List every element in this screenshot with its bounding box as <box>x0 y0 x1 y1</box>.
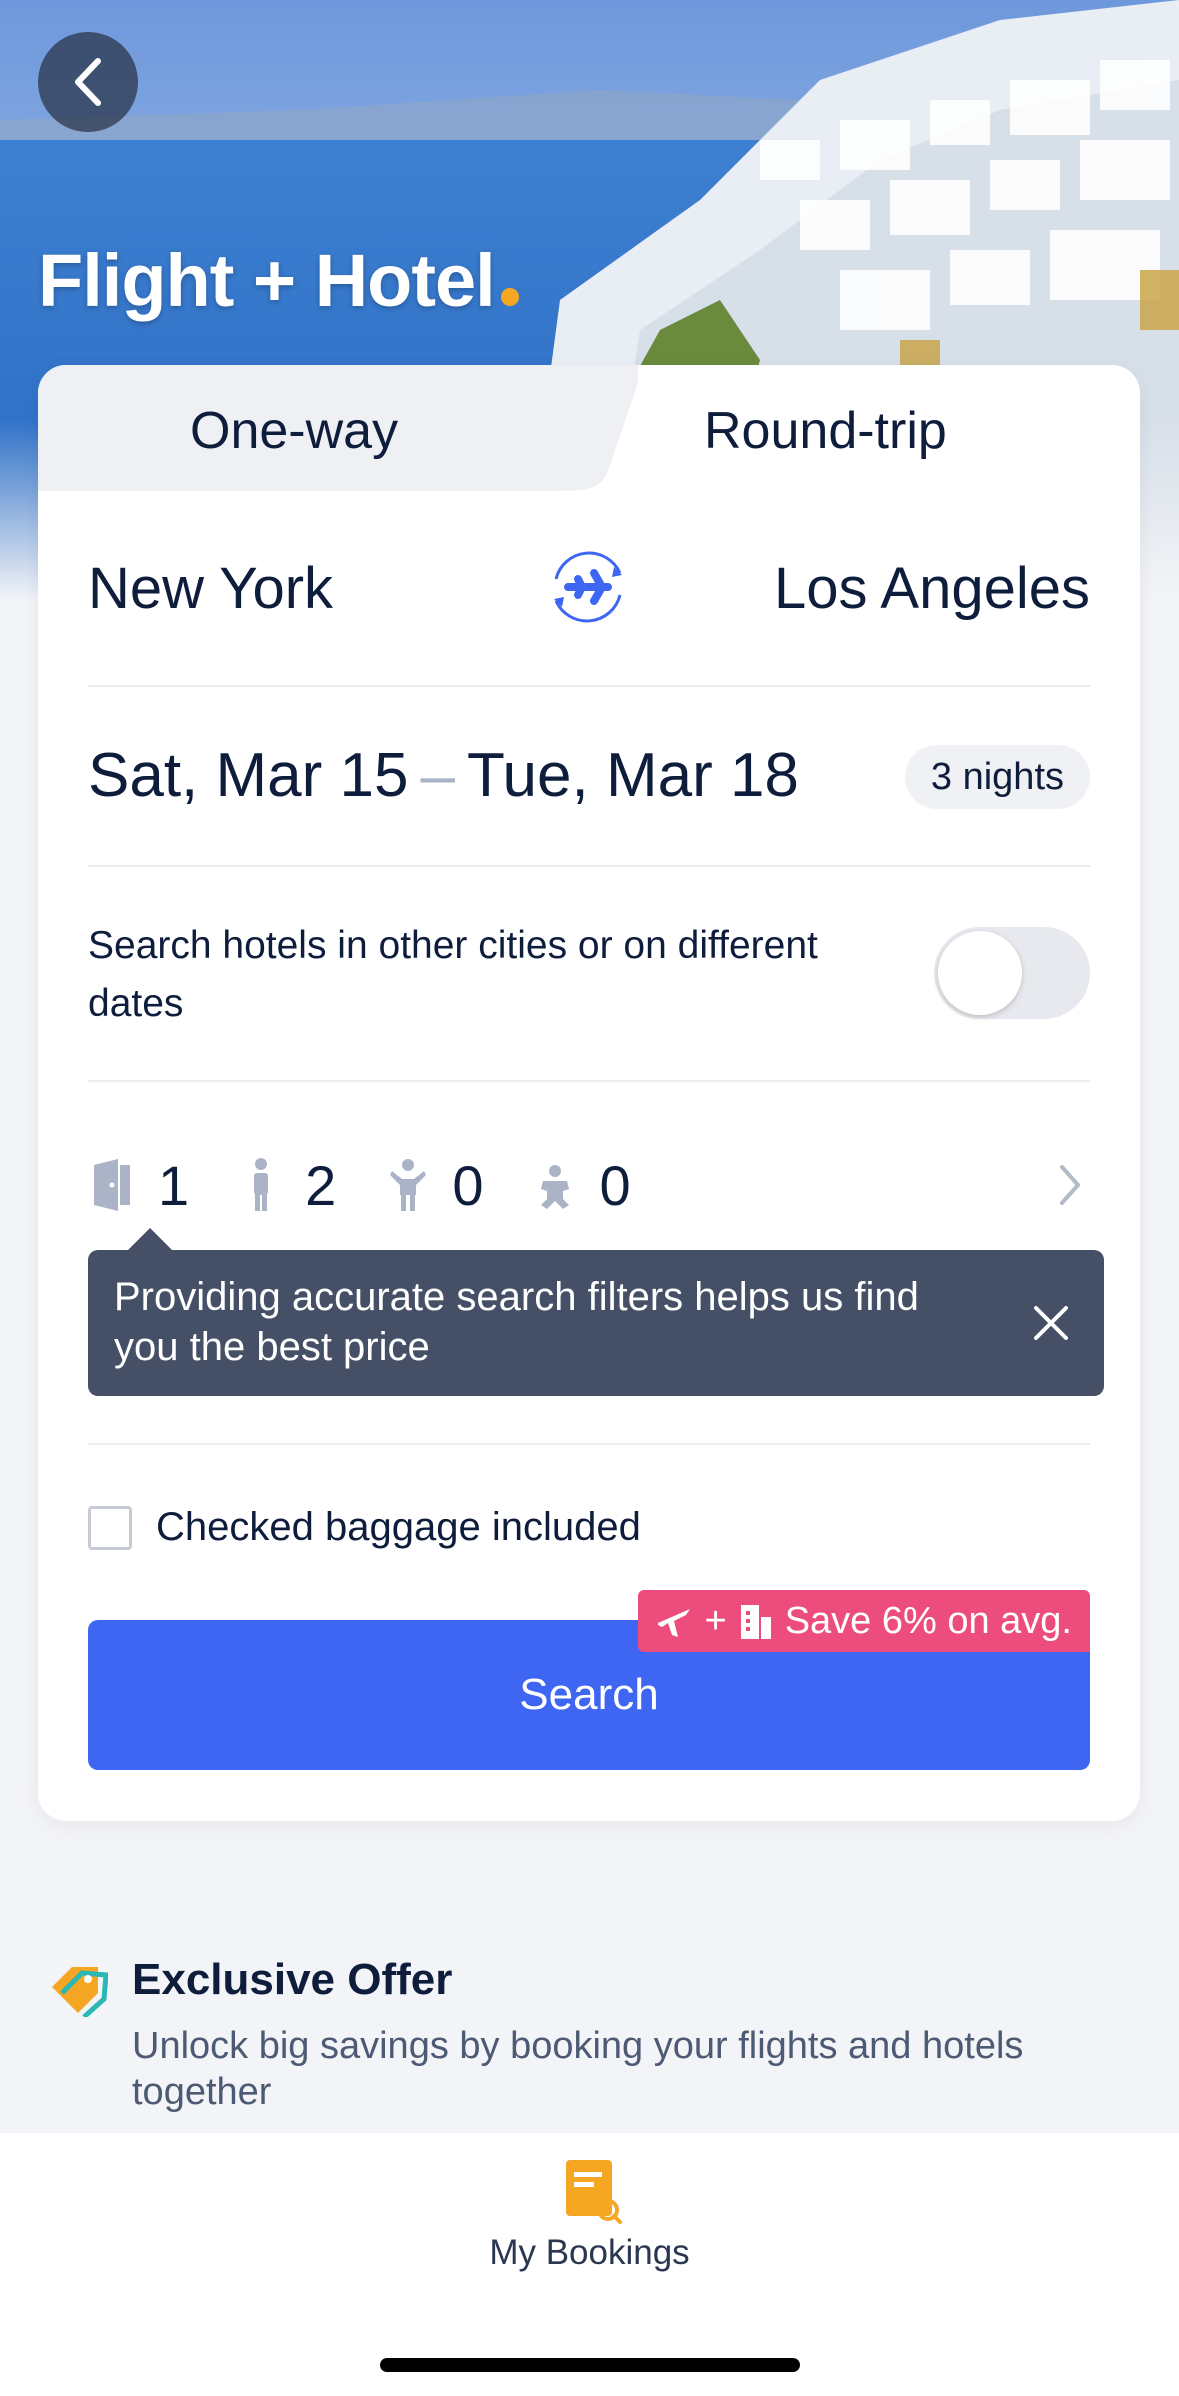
home-indicator <box>380 2358 800 2372</box>
savings-plus: + <box>704 1599 727 1642</box>
nights-badge: 3 nights <box>904 745 1090 809</box>
baggage-checkbox[interactable] <box>88 1505 132 1550</box>
child-icon <box>390 1159 427 1211</box>
my-bookings-label[interactable]: My Bookings <box>0 2233 1179 2273</box>
adults-group: 2 <box>235 1153 336 1218</box>
infants-count: 0 <box>599 1153 631 1217</box>
swap-cities-button[interactable] <box>538 537 638 637</box>
door-icon <box>94 1159 130 1211</box>
rooms-group: 1 <box>88 1153 189 1218</box>
tooltip-text: Providing accurate search filters helps … <box>114 1275 919 1369</box>
page-title-text: Flight + Hotel <box>38 239 496 322</box>
guests-selector[interactable]: 1 2 0 0 <box>88 1145 677 1225</box>
back-button[interactable] <box>38 32 138 132</box>
title-accent-dot <box>500 288 519 306</box>
other-cities-label: Search hotels in other cities or on diff… <box>88 924 818 1025</box>
children-count: 0 <box>452 1153 484 1217</box>
return-date: Tue, Mar 18 <box>466 741 799 810</box>
children-group: 0 <box>382 1153 483 1218</box>
baggage-option[interactable]: Checked baggage included <box>88 1505 641 1550</box>
plane-icon <box>658 1609 691 1637</box>
toggle-knob <box>938 931 1022 1015</box>
filters-tooltip: Providing accurate search filters helps … <box>88 1228 1104 1396</box>
divider <box>88 1443 1090 1445</box>
origin-city[interactable]: New York <box>88 555 333 622</box>
savings-badge: + Save 6% on avg. <box>638 1590 1090 1652</box>
chevron-right-icon[interactable] <box>1050 1155 1090 1215</box>
infant-icon <box>541 1165 570 1209</box>
other-cities-toggle[interactable] <box>934 927 1090 1019</box>
divider <box>88 865 1090 867</box>
page-title: Flight + Hotel <box>38 238 519 323</box>
tab-one-way[interactable]: One-way <box>190 401 398 461</box>
plane-swap-icon <box>554 551 622 623</box>
bookings-icon[interactable] <box>562 2158 622 2224</box>
divider <box>88 685 1090 687</box>
hotel-icon <box>740 1605 771 1639</box>
date-range[interactable]: Sat, Mar 15– Tue, Mar 18 <box>88 740 799 811</box>
adult-icon <box>254 1158 269 1211</box>
offer-title: Exclusive Offer <box>132 1955 453 2004</box>
search-card: One-way Round-trip New York Los Angeles … <box>38 365 1140 1821</box>
rooms-count: 1 <box>158 1153 190 1217</box>
trip-type-tabs: One-way Round-trip <box>38 365 1140 491</box>
offer-description: Unlock big savings by booking your fligh… <box>132 2025 1024 2113</box>
savings-text: Save 6% on avg. <box>784 1599 1072 1642</box>
price-tag-icon <box>52 1967 108 2017</box>
adults-count: 2 <box>305 1153 337 1217</box>
tooltip-arrow <box>128 1228 172 1250</box>
divider <box>88 1080 1090 1082</box>
depart-date: Sat, Mar 15 <box>88 741 409 810</box>
infants-group: 0 <box>529 1153 631 1218</box>
bottom-nav: My Bookings <box>0 2133 1179 2396</box>
baggage-label: Checked baggage included <box>156 1505 641 1549</box>
chevron-left-icon <box>75 58 101 106</box>
destination-city[interactable]: Los Angeles <box>774 555 1090 622</box>
date-separator: – <box>420 741 455 810</box>
tab-round-trip[interactable]: Round-trip <box>704 401 947 461</box>
close-icon[interactable] <box>1026 1298 1076 1348</box>
